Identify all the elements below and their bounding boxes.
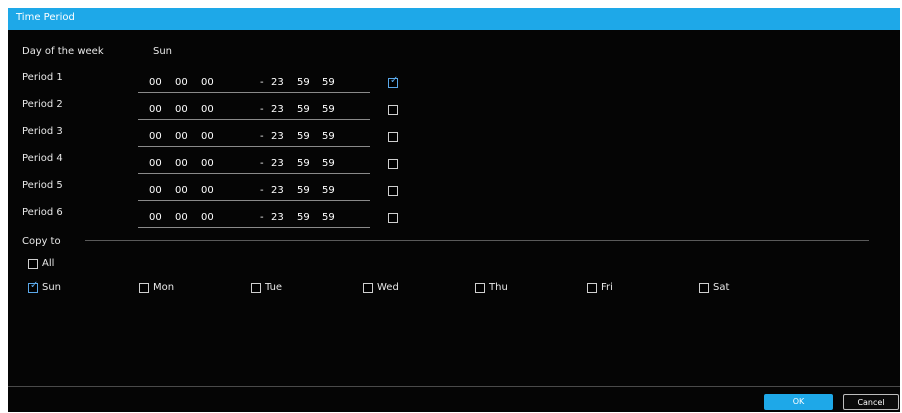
start-second[interactable]: 00 <box>201 212 214 223</box>
period-row: Period 4 00 00 00 -23 59 59 <box>8 153 900 179</box>
period-time-field[interactable]: 00 00 00 -23 59 59 <box>138 99 370 120</box>
end-hour[interactable]: 23 <box>271 104 284 115</box>
copy-day-label: Fri <box>601 282 613 293</box>
time-separator: - <box>260 131 264 142</box>
checkbox-icon[interactable] <box>139 283 149 293</box>
start-minute[interactable]: 00 <box>175 77 188 88</box>
time-separator: - <box>260 77 264 88</box>
time-period-dialog: Time Period Day of the week Sun Period 1… <box>8 8 900 412</box>
end-second[interactable]: 59 <box>322 185 335 196</box>
checkbox-checked-icon[interactable]: ✓ <box>388 75 399 88</box>
end-minute[interactable]: 59 <box>297 158 310 169</box>
start-second[interactable]: 00 <box>201 77 214 88</box>
end-second[interactable]: 59 <box>322 104 335 115</box>
end-hour[interactable]: 23 <box>271 185 284 196</box>
checkbox-icon[interactable] <box>388 105 398 115</box>
start-minute[interactable]: 00 <box>175 212 188 223</box>
period-label: Period 6 <box>22 207 63 218</box>
end-hour[interactable]: 23 <box>271 212 284 223</box>
start-hour[interactable]: 00 <box>149 77 162 88</box>
period-label: Period 4 <box>22 153 63 164</box>
checkbox-icon[interactable] <box>475 283 485 293</box>
period-time-field[interactable]: 00 00 00 -23 59 59 <box>138 126 370 147</box>
checkbox-icon[interactable] <box>388 213 398 223</box>
period-label: Period 5 <box>22 180 63 191</box>
start-minute[interactable]: 00 <box>175 185 188 196</box>
checkbox-icon[interactable] <box>388 159 398 169</box>
period-row: Period 3 00 00 00 -23 59 59 <box>8 126 900 152</box>
start-minute[interactable]: 00 <box>175 158 188 169</box>
copy-day-label: Thu <box>489 282 508 293</box>
day-of-week-label: Day of the week <box>22 46 104 57</box>
time-separator: - <box>260 104 264 115</box>
cancel-button[interactable]: Cancel <box>843 394 899 410</box>
copy-day-label: Sat <box>713 282 730 293</box>
period-row: Period 6 00 00 00 -23 59 59 <box>8 207 900 233</box>
end-second[interactable]: 59 <box>322 212 335 223</box>
start-hour[interactable]: 00 <box>149 104 162 115</box>
copy-to-label: Copy to <box>22 236 61 247</box>
period-row: Period 1 00 00 00 -23 59 59 ✓ <box>8 72 900 98</box>
copy-all-label: All <box>42 258 55 269</box>
copy-day-label: Tue <box>265 282 283 293</box>
end-minute[interactable]: 59 <box>297 212 310 223</box>
ok-button[interactable]: OK <box>764 394 833 410</box>
copy-to-divider <box>85 240 869 241</box>
start-second[interactable]: 00 <box>201 158 214 169</box>
end-minute[interactable]: 59 <box>297 104 310 115</box>
start-hour[interactable]: 00 <box>149 131 162 142</box>
checkbox-icon[interactable] <box>363 283 373 293</box>
dialog-titlebar: Time Period <box>8 8 900 30</box>
period-time-field[interactable]: 00 00 00 -23 59 59 <box>138 72 370 93</box>
checkbox-icon[interactable] <box>699 283 709 293</box>
period-row: Period 5 00 00 00 -23 59 59 <box>8 180 900 206</box>
checkbox-checked-icon[interactable]: ✓ <box>28 280 39 293</box>
start-minute[interactable]: 00 <box>175 131 188 142</box>
period-row: Period 2 00 00 00 -23 59 59 <box>8 99 900 125</box>
end-hour[interactable]: 23 <box>271 77 284 88</box>
start-hour[interactable]: 00 <box>149 185 162 196</box>
end-second[interactable]: 59 <box>322 77 335 88</box>
copy-day-label: Wed <box>377 282 399 293</box>
footer-divider <box>8 386 900 387</box>
checkbox-icon[interactable] <box>388 186 398 196</box>
period-label: Period 1 <box>22 72 63 83</box>
copy-day-label: Sun <box>42 282 62 293</box>
time-separator: - <box>260 158 264 169</box>
check-mark-icon: ✓ <box>390 75 399 86</box>
checkbox-icon[interactable] <box>388 132 398 142</box>
end-minute[interactable]: 59 <box>297 77 310 88</box>
copy-day-label: Mon <box>153 282 175 293</box>
dialog-title: Time Period <box>16 12 75 23</box>
time-separator: - <box>260 185 264 196</box>
start-second[interactable]: 00 <box>201 104 214 115</box>
start-second[interactable]: 00 <box>201 185 214 196</box>
end-minute[interactable]: 59 <box>297 131 310 142</box>
period-time-field[interactable]: 00 00 00 -23 59 59 <box>138 180 370 201</box>
end-hour[interactable]: 23 <box>271 131 284 142</box>
end-minute[interactable]: 59 <box>297 185 310 196</box>
start-second[interactable]: 00 <box>201 131 214 142</box>
period-time-field[interactable]: 00 00 00 -23 59 59 <box>138 153 370 174</box>
period-label: Period 2 <box>22 99 63 110</box>
end-second[interactable]: 59 <box>322 158 335 169</box>
end-hour[interactable]: 23 <box>271 158 284 169</box>
period-label: Period 3 <box>22 126 63 137</box>
start-hour[interactable]: 00 <box>149 158 162 169</box>
start-minute[interactable]: 00 <box>175 104 188 115</box>
period-time-field[interactable]: 00 00 00 -23 59 59 <box>138 207 370 228</box>
start-hour[interactable]: 00 <box>149 212 162 223</box>
end-second[interactable]: 59 <box>322 131 335 142</box>
checkbox-icon[interactable] <box>28 259 38 269</box>
day-of-week-value: Sun <box>153 46 173 57</box>
checkbox-icon[interactable] <box>251 283 261 293</box>
check-mark-icon: ✓ <box>30 280 39 291</box>
checkbox-icon[interactable] <box>587 283 597 293</box>
time-separator: - <box>260 212 264 223</box>
